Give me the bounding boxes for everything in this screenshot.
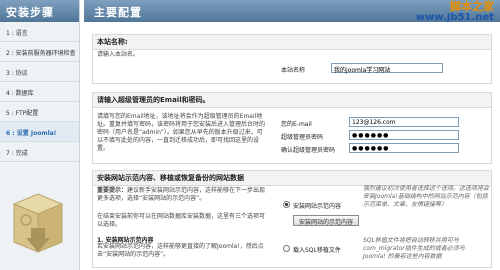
load-sql-note: SQL移植文件将把自动转移并用可与com_migrator插件生成的或者必须与 … xyxy=(363,237,465,260)
options-description: 在结束安装前你可以在网站数据库安装数据，这里有三个选项可以选择。 xyxy=(97,213,266,228)
important-label: 重要提示： xyxy=(97,187,128,194)
install-sample-label: 安装网站示范内容 xyxy=(293,203,342,210)
important-note: 重要提示：建议新手安装网站示范内容，这样能够在下一步出现更多选项，选择“安装网站… xyxy=(97,187,267,203)
sidebar-item-license[interactable]: 3 : 协议 xyxy=(0,62,79,82)
sample-data-section: 安装网站示范内容、移植或恢复备份的网站数据 重要提示：建议新手安装网站示范内容，… xyxy=(92,170,492,268)
sidebar-title: 安装步骤 xyxy=(0,0,79,22)
load-sql-radio[interactable] xyxy=(283,245,290,252)
password-label: 超级管理员密码 xyxy=(281,134,324,141)
sidebar-item-configuration[interactable]: 6 : 设置 Joomla! xyxy=(0,122,79,142)
site-name-heading: 本站名称: xyxy=(93,35,491,50)
admin-section: 请输入超级管理员的Email和密码。 请填写您的Email地址，该地址将会作为超… xyxy=(92,92,492,164)
sidebar-item-ftp[interactable]: 5 : FTP配置 xyxy=(0,102,79,122)
install-box-icon xyxy=(12,193,64,253)
install-sample-note: 强烈建议初次使用者选择这个选项。这选项将会安装Joomla!基础结构中的网站示范… xyxy=(363,185,490,208)
main-header: 主要配置 脚本之家 www.Jb51.net xyxy=(84,0,500,23)
site-name-input[interactable]: 我的joomla学习网站 xyxy=(331,63,443,74)
watermark: 脚本之家 www.Jb51.net xyxy=(416,1,494,23)
page-title: 主要配置 xyxy=(94,6,142,19)
sidebar-item-language[interactable]: 1 : 语言 xyxy=(0,22,79,42)
main-panel: 主要配置 脚本之家 www.Jb51.net 本站名称: 请输入本站名。 本站名… xyxy=(84,0,500,270)
admin-heading: 请输入超级管理员的Email和密码。 xyxy=(93,93,491,108)
watermark-url: www.Jb51.net xyxy=(415,12,494,23)
password-field[interactable]: ●●●●●● xyxy=(349,130,459,140)
sample-sub-text: 若安装网站示范内容，这样能够更直接的了解Joomla!，然后点击“安装网站的示范… xyxy=(97,243,264,258)
watermark-brand: 脚本之家 xyxy=(450,0,494,13)
confirm-password-label: 确认超级管理员密码 xyxy=(281,147,336,154)
install-sample-radio[interactable] xyxy=(283,201,290,208)
site-name-section: 本站名称: 请输入本站名。 本站名称 我的joomla学习网站 xyxy=(92,34,492,84)
admin-description: 请填写您的Email地址，该地址将会作为超级管理员的Email地址。重复并填写密… xyxy=(97,113,266,152)
sidebar-item-precheck[interactable]: 2 : 安装前服务器环境检查 xyxy=(0,42,79,62)
site-name-label: 本站名称 xyxy=(281,67,306,74)
email-label: 您的E-mail xyxy=(281,121,312,128)
sidebar-item-finish[interactable]: 7 : 完成 xyxy=(0,142,79,162)
confirm-password-field[interactable]: ●●●●●● xyxy=(349,143,459,153)
sidebar-steps: 1 : 语言 2 : 安装前服务器环境检查 3 : 协议 4 : 数据库 5 :… xyxy=(0,22,79,162)
sidebar: 安装步骤 1 : 语言 2 : 安装前服务器环境检查 3 : 协议 4 : 数据… xyxy=(0,0,80,270)
install-sample-button[interactable]: 安装网站的示范内容 xyxy=(293,215,359,226)
email-field[interactable]: 123@126.com xyxy=(349,117,459,127)
site-name-description: 请输入本站名。 xyxy=(97,51,140,58)
sample-data-heading: 安装网站示范内容、移植或恢复备份的网站数据 xyxy=(93,171,491,186)
sidebar-item-database[interactable]: 4 : 数据库 xyxy=(0,82,79,102)
load-sql-label: 载入SQL移植文件 xyxy=(293,247,341,254)
